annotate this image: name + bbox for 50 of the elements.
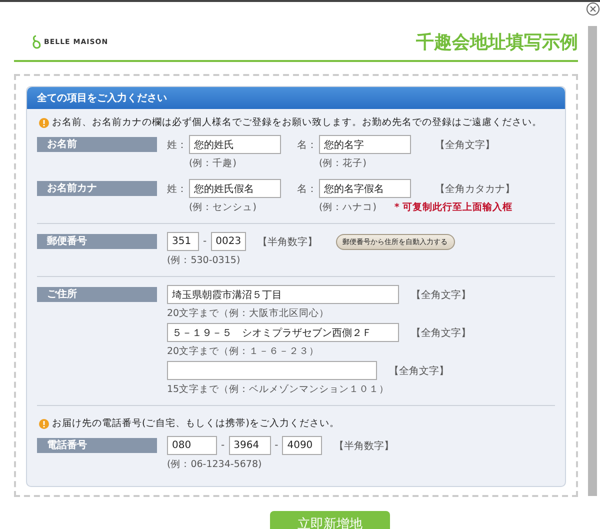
example-text: (例：06-1234-5678)	[167, 458, 263, 472]
example-text: (例：千趣)	[188, 157, 236, 171]
input-field[interactable]: 您的名字	[319, 135, 411, 154]
leaf-logo-icon	[32, 35, 41, 49]
input-field[interactable]: 您的名字假名	[319, 179, 411, 198]
input-field[interactable]: 080	[167, 436, 217, 455]
input-field[interactable]: 您的姓氏假名	[189, 179, 281, 198]
field-label: 電話番号	[37, 438, 157, 453]
scrollbar[interactable]	[588, 26, 597, 496]
hint-text: 【半角数字】	[334, 440, 394, 452]
dash-separator: -	[274, 440, 278, 451]
note-text: * 可复制此行至上面输入框	[394, 201, 513, 214]
field-prefix: 姓：	[167, 182, 185, 196]
field-prefix: 名：	[297, 182, 315, 196]
warning-icon	[39, 418, 49, 428]
input-field[interactable]: 您的姓氏	[189, 135, 281, 154]
dash-separator: -	[221, 440, 225, 451]
input-field[interactable]: ５－１９－５ シオミプラザセブン西側２Ｆ	[167, 323, 399, 342]
input-field[interactable]: 埼玉県朝霞市溝沼５丁目	[167, 285, 399, 304]
field-label: お名前カナ	[37, 181, 157, 196]
example-text: (例：センシュ)	[188, 201, 256, 215]
hint-text: 【半角数字】	[258, 236, 318, 248]
hint-text: 【全角文字】	[411, 326, 471, 340]
example-text: (例：花子)	[318, 157, 366, 171]
example-text: (例：ハナコ)	[318, 201, 376, 215]
field-label: ご住所	[37, 287, 157, 302]
field-prefix: 名：	[297, 138, 315, 152]
input-field[interactable]: 351	[167, 232, 199, 251]
note-text: 20文字まで（例：１－６－２３）	[167, 345, 320, 359]
hint-text: 【全角文字】	[389, 364, 449, 378]
notice-text: お名前、お名前カナの欄は必ず個人様名でご登録をお願い致します。お勤め先名での登録はご遠慮ください。	[52, 116, 542, 129]
dash-separator: -	[203, 236, 207, 247]
page-title: 千趣会地址填写示例	[416, 31, 578, 54]
hint-text: 【全角文字】	[435, 138, 495, 152]
field-label: 郵便番号	[37, 234, 157, 249]
note-text: 20文字まで（例：大阪市北区同心）	[167, 307, 330, 321]
notice-text: お届け先の電話番号(ご自宅、もしくは携帯)をご入力ください。	[52, 417, 340, 430]
input-field[interactable]	[167, 361, 377, 380]
input-field[interactable]: 3964	[228, 436, 271, 455]
close-icon[interactable]	[586, 2, 600, 16]
example-text: (例：530-0315)	[167, 254, 242, 268]
note-text: 15文字まで（例：ベルメゾンマンション１０１）	[167, 383, 390, 397]
field-prefix: 姓：	[167, 138, 185, 152]
input-field[interactable]: 0023	[210, 232, 246, 251]
field-label: お名前	[37, 137, 157, 152]
input-field[interactable]: 4090	[282, 436, 322, 455]
hint-text: 【全角カタカナ】	[435, 182, 515, 196]
hint-text: 【全角文字】	[411, 288, 471, 302]
panel-header: 全ての項目をご入力ください	[27, 87, 565, 109]
warning-icon	[39, 118, 49, 128]
